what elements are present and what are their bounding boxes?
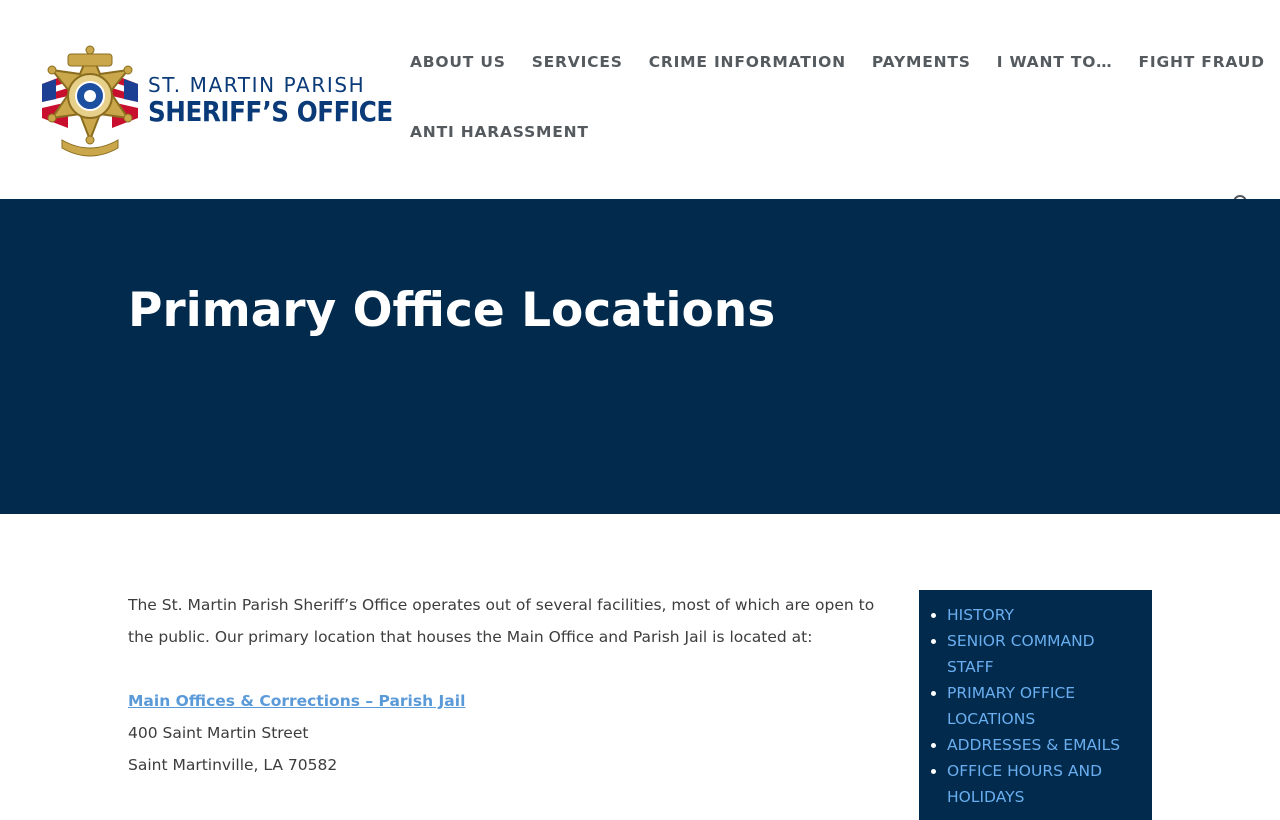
site-logo[interactable]: ST. MARTIN PARISH SHERIFF’S OFFICE bbox=[38, 44, 426, 158]
nav-payments[interactable]: PAYMENTS bbox=[872, 53, 971, 71]
nav-i-want-to[interactable]: I WANT TO… bbox=[997, 53, 1113, 71]
nav-crime-information[interactable]: CRIME INFORMATION bbox=[649, 53, 846, 71]
sidebar-item: SENIOR COMMAND STAFF bbox=[947, 628, 1142, 680]
sidebar-link-history[interactable]: HISTORY bbox=[947, 606, 1014, 624]
site-header: ST. MARTIN PARISH SHERIFF’S OFFICE ABOUT… bbox=[0, 0, 1280, 214]
sidebar-list: HISTORY SENIOR COMMAND STAFF PRIMARY OFF… bbox=[929, 602, 1142, 810]
sheriff-badge-icon bbox=[42, 45, 138, 157]
sidebar-item: HISTORY bbox=[947, 602, 1142, 628]
intro-paragraph: The St. Martin Parish Sheriff’s Office o… bbox=[128, 596, 875, 646]
sidebar-link-addresses-emails[interactable]: ADDRESSES & EMAILS bbox=[947, 736, 1120, 754]
logo-text: ST. MARTIN PARISH SHERIFF’S OFFICE bbox=[148, 74, 426, 128]
nav-fight-fraud[interactable]: FIGHT FRAUD bbox=[1138, 53, 1264, 71]
sidebar-link-senior-command-staff[interactable]: SENIOR COMMAND STAFF bbox=[947, 632, 1095, 676]
main-nav-row-2: ANTI HARASSMENT bbox=[410, 97, 615, 167]
sidebar-item: ADDRESSES & EMAILS bbox=[947, 732, 1142, 758]
main-nav-row-1: ABOUT US SERVICES CRIME INFORMATION PAYM… bbox=[410, 27, 1280, 97]
nav-anti-harassment[interactable]: ANTI HARASSMENT bbox=[410, 123, 589, 141]
sidebar-link-office-hours-holidays[interactable]: OFFICE HOURS AND HOLIDAYS bbox=[947, 762, 1102, 806]
about-sidebar: HISTORY SENIOR COMMAND STAFF PRIMARY OFF… bbox=[919, 590, 1152, 820]
logo-line2: SHERIFF’S OFFICE bbox=[148, 95, 393, 128]
sidebar-link-primary-office-locations[interactable]: PRIMARY OFFICE LOCATIONS bbox=[947, 684, 1075, 728]
page-title: Primary Office Locations bbox=[128, 283, 776, 338]
sidebar-item: PRIMARY OFFICE LOCATIONS bbox=[947, 680, 1142, 732]
nav-about-us[interactable]: ABOUT US bbox=[410, 53, 506, 71]
address-line-2: Saint Martinville, LA 70582 bbox=[128, 756, 338, 774]
address-line-1: 400 Saint Martin Street bbox=[128, 724, 309, 742]
main-content: The St. Martin Parish Sheriff’s Office o… bbox=[128, 589, 888, 781]
page-hero: Primary Office Locations bbox=[0, 199, 1280, 514]
main-offices-link[interactable]: Main Offices & Corrections – Parish Jail bbox=[128, 685, 465, 717]
sidebar-item: OFFICE HOURS AND HOLIDAYS bbox=[947, 758, 1142, 810]
nav-services[interactable]: SERVICES bbox=[532, 53, 623, 71]
logo-line1: ST. MARTIN PARISH bbox=[148, 73, 366, 97]
